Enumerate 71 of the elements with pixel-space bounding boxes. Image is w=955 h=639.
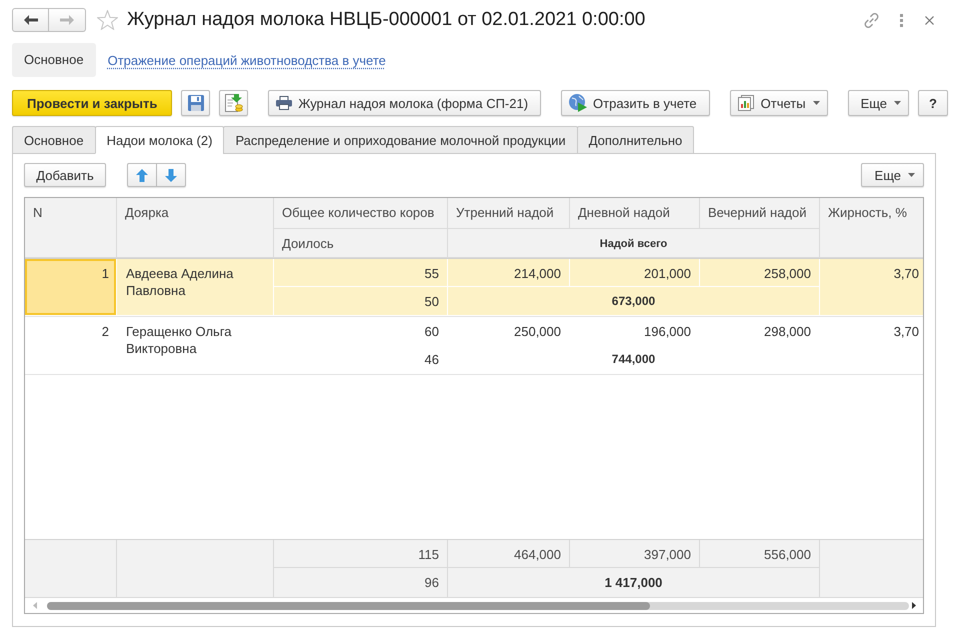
table-cell-text: 3,70 [892, 323, 920, 341]
move-down-button[interactable] [157, 163, 186, 187]
more-button[interactable]: Еще [848, 90, 910, 116]
column-header: Дневной надой [570, 198, 700, 229]
column-group-header: Надой всего [448, 229, 820, 258]
down-arrow-icon [165, 168, 177, 182]
help-button[interactable]: ? [918, 90, 948, 116]
section-tab[interactable]: Основное [12, 43, 96, 77]
table-cell: Авдеева Аделина Павловна [117, 259, 274, 316]
column-header: Жирность, % [820, 198, 923, 258]
table-cell: 50 [274, 287, 448, 316]
table-cell: 201,000 [570, 259, 700, 287]
table-cell-text: 196,000 [643, 323, 692, 341]
table-cell: 214,000 [448, 259, 570, 287]
table-cell: 3,70 [820, 259, 923, 316]
table-cell-text: 2 [100, 323, 110, 341]
table-cell: 1 [25, 259, 117, 316]
table-cell: 258,000 [700, 259, 820, 287]
column-header: N [25, 198, 117, 258]
reflect-button[interactable]: Отразить в учете [561, 90, 710, 116]
back-button[interactable] [12, 8, 49, 32]
window-title: Журнал надоя молока НВЦБ-000001 от 02.01.2021 0:00:00 [127, 8, 646, 32]
table-cell: 673,000 [448, 287, 820, 316]
post-button[interactable] [219, 90, 248, 116]
vertical-dots-icon[interactable] [900, 14, 903, 26]
more-button[interactable]: Еще [860, 163, 924, 187]
table-cell: 55 [274, 259, 448, 287]
total-cell: 464,000 [448, 540, 570, 568]
table-cell-text: Геращенко Ольга Викторовна [125, 323, 233, 358]
table-cell-text: 250,000 [513, 323, 562, 341]
column-header: Доилось [274, 229, 448, 258]
column-header: Утренний надой [448, 198, 570, 229]
move-up-button[interactable] [127, 163, 157, 187]
total-cell: 397,000 [570, 540, 700, 568]
scroll-left-icon[interactable] [33, 602, 37, 609]
tab[interactable]: Основное [12, 126, 96, 154]
column-header: Общее количество коров [274, 198, 448, 229]
tab[interactable]: Распределение и оприходование молочной продукции [223, 126, 578, 154]
reports-button[interactable]: Отчеты [730, 90, 828, 116]
table-cell-text: 46 [424, 351, 440, 369]
caret-icon [812, 101, 820, 105]
section-link[interactable]: Отражение операций животноводства в учете [108, 52, 386, 68]
chart-document-icon [738, 95, 754, 111]
scrollbar-track[interactable] [47, 602, 909, 610]
print-button[interactable]: Журнал надоя молока (форма СП-21) [268, 90, 542, 116]
column-header: Доярка [117, 198, 274, 258]
column-header: Вечерний надой [700, 198, 820, 229]
tab[interactable]: Дополнительно [576, 126, 694, 154]
save-icon [188, 95, 204, 111]
scrollbar-thumb[interactable] [47, 602, 650, 610]
close-icon[interactable] [925, 16, 934, 24]
table-cell-text: 60 [424, 323, 440, 341]
table-cell-text: 298,000 [763, 323, 812, 341]
caret-icon [894, 101, 902, 105]
tab[interactable]: Надои молока (2) [94, 126, 224, 154]
table-cell-text: 744,000 [610, 351, 656, 368]
post-and-close-button[interactable]: Провести и закрыть [12, 90, 172, 116]
printer-icon [276, 96, 292, 110]
caret-icon [908, 173, 915, 177]
link-icon[interactable] [864, 12, 879, 28]
save-button[interactable] [181, 90, 210, 116]
star-icon[interactable] [97, 10, 118, 30]
left-arrow-icon [24, 15, 38, 25]
right-arrow-icon [60, 15, 74, 25]
up-arrow-icon [136, 168, 148, 182]
scroll-right-icon[interactable] [912, 602, 916, 609]
document-arrow-icon [224, 94, 243, 112]
total-cell: 115 [274, 540, 448, 568]
add-button[interactable]: Добавить [24, 163, 106, 187]
total-cell: 556,000 [700, 540, 820, 568]
table-row[interactable]: 1 Авдеева Аделина Павловна 55 50 214,000 201,000 258,000 673,000 3,70 [25, 259, 923, 317]
